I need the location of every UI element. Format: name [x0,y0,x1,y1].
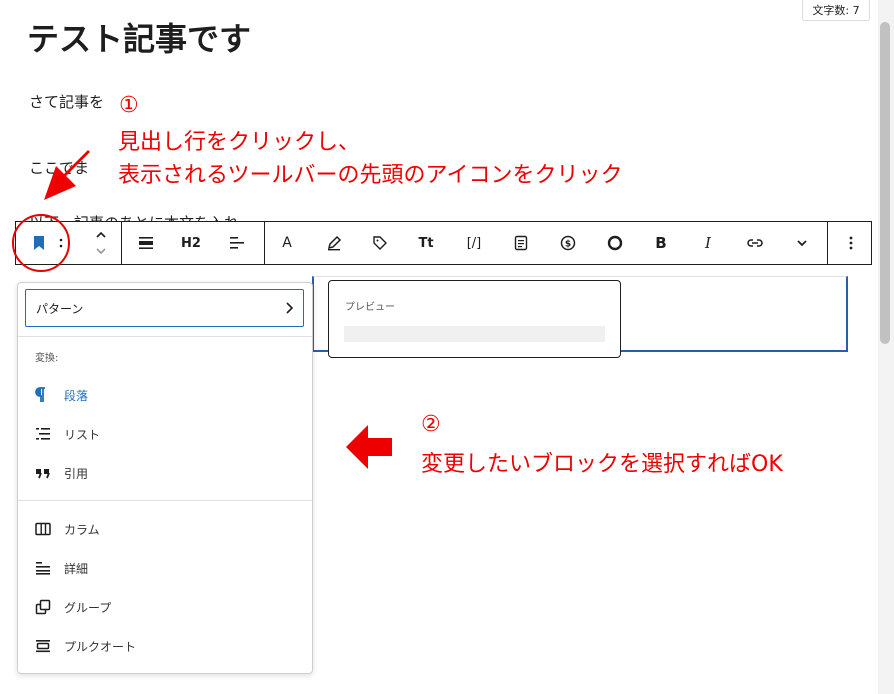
menu-item-pullquote[interactable]: プルクオート [28,630,298,662]
highlight-circle [12,214,70,272]
heading-level-button[interactable]: H2 [178,230,204,256]
word-count-badge: 文字数: 7 [802,0,870,21]
menu-item-label: 引用 [64,466,89,481]
align-icon[interactable] [133,230,159,256]
text-color-icon[interactable]: A [274,230,300,256]
menu-divider [18,336,312,337]
columns-icon [28,522,58,536]
italic-button[interactable]: I [695,230,721,256]
bold-button[interactable]: B [648,230,674,256]
menu-item-label: カラム [64,522,100,537]
menu-item-group[interactable]: グループ [28,591,298,623]
move-up-down-icon[interactable] [88,226,114,260]
annotation-text: 表示されるツールバーの先頭のアイコンをクリック [118,163,623,188]
menu-item-list[interactable]: リスト [28,418,298,450]
quote-icon [28,467,58,479]
preview-placeholder [344,326,605,342]
patterns-button[interactable]: パターン [25,289,304,327]
menu-item-label: プルクオート [64,639,137,654]
annotation-step-number: ① [119,93,139,118]
list-icon [28,427,58,441]
document-icon[interactable] [508,230,534,256]
menu-item-label: グループ [64,600,112,615]
paragraph-icon [28,387,58,403]
menu-item-label: 詳細 [64,561,89,576]
annotation-step-number: ② [421,412,441,437]
tag-icon[interactable] [367,230,393,256]
chevron-right-icon [286,302,293,314]
menu-divider [18,500,312,501]
post-title[interactable]: テスト記事です [27,14,251,60]
dollar-icon[interactable]: $ [555,230,581,256]
menu-item-paragraph[interactable]: 段落 [28,379,298,411]
chevron-down-icon[interactable] [789,230,815,256]
transform-heading: 変換: [35,353,59,364]
shortcode-icon[interactable]: [/] [461,230,487,256]
menu-item-label: 段落 [64,388,89,403]
circle-icon[interactable] [602,230,628,256]
font-size-icon[interactable]: Tt [413,230,439,256]
menu-item-columns[interactable]: カラム [28,513,298,545]
patterns-label: パターン [36,301,84,316]
link-icon[interactable] [742,230,768,256]
svg-text:$: $ [565,240,571,250]
text-align-icon[interactable] [224,230,250,256]
annotation-text: 見出し行をクリックし、 [118,130,361,155]
details-icon [28,561,58,575]
annotation-arrow-icon [44,150,90,200]
annotation-text: 変更したいブロックを選択すればOK [421,452,783,477]
more-options-icon[interactable] [838,230,864,256]
paragraph-block[interactable]: さて記事を [29,91,104,112]
scrollbar-thumb[interactable] [880,22,890,344]
annotation-arrow-icon [346,425,392,469]
preview-panel [328,280,621,358]
highlight-icon[interactable] [321,230,347,256]
pullquote-icon [28,639,58,653]
block-toolbar: H2 A Tt [/] $ B I [15,221,872,265]
menu-item-details[interactable]: 詳細 [28,552,298,584]
preview-label: プレビュー [345,302,395,313]
menu-item-label: リスト [64,427,101,442]
group-icon [28,599,58,615]
menu-item-quote[interactable]: 引用 [28,457,298,489]
